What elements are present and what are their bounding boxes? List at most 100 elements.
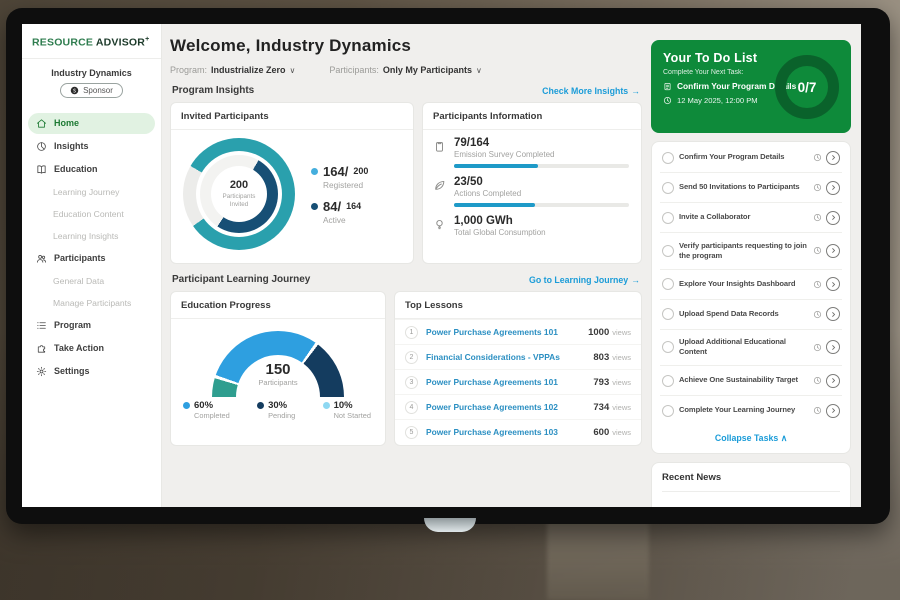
- sidebar-item-take-action[interactable]: Take Action: [28, 338, 155, 359]
- chevron-right-icon: [830, 377, 837, 384]
- task-checkbox[interactable]: [662, 152, 674, 164]
- sidebar-item-insights[interactable]: Insights: [28, 136, 155, 157]
- clock-icon: [813, 343, 822, 352]
- sidebar-item-learning-insights[interactable]: Learning Insights: [28, 226, 155, 246]
- sidebar-item-home[interactable]: Home: [28, 113, 155, 134]
- rank-badge: 2: [405, 351, 418, 364]
- task-open-button[interactable]: [826, 244, 840, 258]
- lesson-row[interactable]: 1 Power Purchase Agreements 101 1000 vie…: [395, 319, 641, 344]
- task-checkbox[interactable]: [662, 212, 674, 224]
- progress-bar-fill: [454, 164, 538, 168]
- legend-dot-registered: [311, 168, 318, 175]
- task-open-button[interactable]: [826, 181, 840, 195]
- task-checkbox[interactable]: [662, 405, 674, 417]
- participants-information-card: Participants Information 79/164 Emission…: [422, 102, 642, 264]
- task-open-button[interactable]: [826, 374, 840, 388]
- program-insights-header: Program Insights Check More Insights→: [172, 85, 640, 96]
- stat-row-survey: 79/164 Emission Survey Completed: [423, 130, 641, 169]
- legend-item-not-started: 10% Not Started: [323, 400, 371, 420]
- task-open-button[interactable]: [826, 404, 840, 418]
- chevron-right-icon: [830, 281, 837, 288]
- legend-dot-not-started: [323, 402, 330, 409]
- collapse-tasks-link[interactable]: Collapse Tasks ∧: [660, 425, 842, 453]
- stat-row-consumption: 1,000 GWh Total Global Consumption: [423, 208, 641, 238]
- sidebar-item-participants[interactable]: Participants: [28, 248, 155, 269]
- check-more-insights-link[interactable]: Check More Insights→: [542, 86, 640, 96]
- sidebar-item-program[interactable]: Program: [28, 315, 155, 336]
- book-icon: [36, 164, 47, 175]
- lesson-row[interactable]: 3 Power Purchase Agreements 101 793 view…: [395, 369, 641, 394]
- task-open-button[interactable]: [826, 211, 840, 225]
- section-title: Program Insights: [172, 85, 254, 96]
- task-row[interactable]: Send 50 Invitations to Participants: [660, 173, 842, 203]
- task-open-button[interactable]: [826, 307, 840, 321]
- task-checkbox[interactable]: [662, 341, 674, 353]
- lesson-row[interactable]: 2 Financial Considerations - VPPAs 803 v…: [395, 344, 641, 369]
- task-row[interactable]: Complete Your Learning Journey: [660, 396, 842, 425]
- clock-icon: [813, 406, 822, 415]
- program-dropdown[interactable]: Program: Industrialize Zero ∨: [170, 65, 295, 75]
- task-checkbox[interactable]: [662, 278, 674, 290]
- sidebar-item-education[interactable]: Education: [28, 159, 155, 180]
- task-checkbox[interactable]: [662, 182, 674, 194]
- todo-due-label: 12 May 2025, 12:00 PM: [677, 96, 758, 105]
- monitor-notch: [424, 518, 476, 532]
- lesson-link[interactable]: Power Purchase Agreements 101: [426, 377, 593, 387]
- task-checkbox[interactable]: [662, 308, 674, 320]
- logo-resource: RESOURCE: [32, 37, 93, 49]
- views-suffix: views: [612, 403, 631, 412]
- task-row[interactable]: Explore Your Insights Dashboard: [660, 270, 842, 300]
- chevron-right-icon: [830, 344, 837, 351]
- lesson-row[interactable]: 4 Power Purchase Agreements 102 734 view…: [395, 394, 641, 419]
- sidebar-item-settings[interactable]: Settings: [28, 361, 155, 382]
- task-row[interactable]: Upload Additional Educational Content: [660, 330, 842, 367]
- participants-dropdown[interactable]: Participants: Only My Participants ∨: [329, 65, 481, 75]
- chevron-down-icon: ∨: [476, 66, 482, 75]
- task-open-button[interactable]: [826, 151, 840, 165]
- task-label: Invite a Collaborator: [679, 212, 808, 222]
- legend-pct: 30%: [268, 400, 295, 411]
- pie-chart-icon: [36, 141, 47, 152]
- document-icon: [663, 82, 672, 91]
- lesson-link[interactable]: Financial Considerations - VPPAs: [426, 352, 593, 362]
- legend-label: Active: [323, 215, 368, 225]
- legend-label: Completed: [194, 411, 230, 420]
- sidebar-item-manage-participants[interactable]: Manage Participants: [28, 293, 155, 313]
- task-row[interactable]: Verify participants requesting to join t…: [660, 233, 842, 270]
- logo-plus: +: [145, 36, 149, 43]
- go-to-learning-journey-link[interactable]: Go to Learning Journey→: [529, 275, 640, 285]
- learning-journey-header: Participant Learning Journey Go to Learn…: [172, 274, 640, 285]
- lesson-link[interactable]: Power Purchase Agreements 102: [426, 402, 593, 412]
- lesson-link[interactable]: Power Purchase Agreements 103: [426, 427, 593, 437]
- lesson-row[interactable]: 5 Power Purchase Agreements 103 600 view…: [395, 419, 641, 444]
- task-checkbox[interactable]: [662, 375, 674, 387]
- sidebar-item-label: Education Content: [53, 209, 124, 219]
- sidebar-item-general-data[interactable]: General Data: [28, 271, 155, 291]
- task-row[interactable]: Achieve One Sustainability Target: [660, 366, 842, 396]
- sidebar-item-label: General Data: [53, 276, 104, 286]
- task-row[interactable]: Confirm Your Program Details: [660, 143, 842, 173]
- task-row[interactable]: Invite a Collaborator: [660, 203, 842, 233]
- org-block: Industry Dynamics Sponsor: [22, 59, 161, 107]
- task-open-button[interactable]: [826, 277, 840, 291]
- legend-dot-completed: [183, 402, 190, 409]
- dashboard-screen: RESOURCE ADVISOR+ Industry Dynamics Spon…: [22, 24, 861, 507]
- sidebar-item-education-content[interactable]: Education Content: [28, 204, 155, 224]
- puzzle-icon: [36, 343, 47, 354]
- people-icon: [36, 253, 47, 264]
- task-label: Complete Your Learning Journey: [679, 405, 808, 415]
- task-row[interactable]: Upload Spend Data Records: [660, 300, 842, 330]
- task-open-button[interactable]: [826, 340, 840, 354]
- participants-label: Participants:: [329, 65, 379, 75]
- lesson-link[interactable]: Power Purchase Agreements 101: [426, 327, 588, 337]
- sidebar-item-learning-journey[interactable]: Learning Journey: [28, 182, 155, 202]
- views-suffix: views: [612, 378, 631, 387]
- legend-dot-pending: [257, 402, 264, 409]
- legend-item-active: 84/164 Active: [311, 199, 368, 225]
- program-label: Program:: [170, 65, 207, 75]
- legend-total: 200: [353, 166, 368, 176]
- education-progress-card: Education Progress 150 Participants 60%: [170, 291, 386, 446]
- views-count: 600: [593, 427, 609, 438]
- task-checkbox[interactable]: [662, 245, 674, 257]
- main-content: Welcome, Industry Dynamics Program: Indu…: [162, 24, 648, 507]
